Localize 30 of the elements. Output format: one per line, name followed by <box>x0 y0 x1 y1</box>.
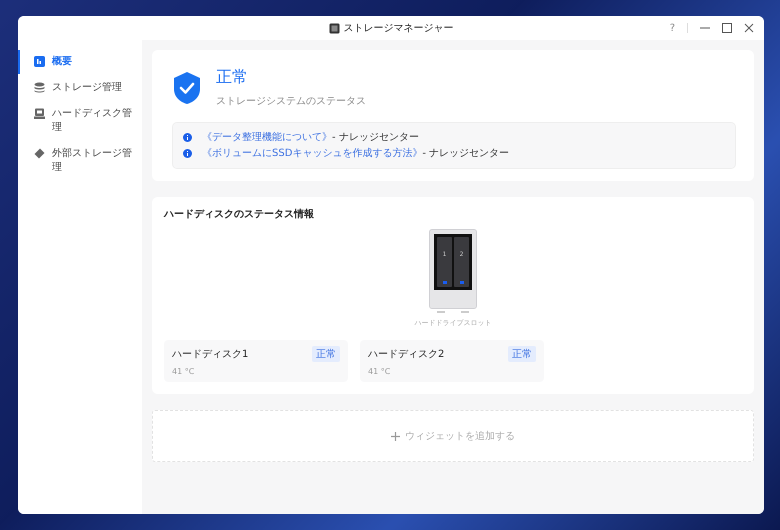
link-source-text: - ナレッジセンター <box>422 147 510 160</box>
disk-name: ハードディスク1 <box>172 348 248 361</box>
info-icon <box>183 149 192 158</box>
info-icon <box>183 133 192 142</box>
hard-drive-icon <box>34 108 45 119</box>
disk-name: ハードディスク2 <box>368 348 444 361</box>
knowledge-link[interactable]: 《データ整理機能について》 <box>202 131 332 144</box>
window-title: ストレージマネージャー <box>344 22 454 35</box>
status-title: 正常 <box>216 66 249 88</box>
status-subtitle: ストレージシステムのステータス <box>216 95 366 108</box>
status-badge: 正常 <box>312 346 340 362</box>
close-icon[interactable] <box>744 23 754 33</box>
sidebar-item[interactable]: 概要 <box>18 50 142 74</box>
status-badge: 正常 <box>508 346 536 362</box>
section-title: ハードディスクのステータス情報 <box>164 208 315 221</box>
sidebar-item[interactable]: ストレージ管理 <box>18 76 142 100</box>
shield-check-icon <box>172 71 202 105</box>
disk-temperature: 41 °C <box>368 367 392 376</box>
disk-temperature: 41 °C <box>172 367 196 376</box>
sidebar-item[interactable]: ハードディスク管理 <box>18 102 142 140</box>
knowledge-link[interactable]: 《ボリュームにSSDキャッシュを作成する方法》 <box>202 147 422 160</box>
usb-drive-icon <box>34 148 45 159</box>
overview-icon <box>34 56 45 67</box>
sidebar-item[interactable]: 外部ストレージ管理 <box>18 142 142 180</box>
help-button[interactable]: ? <box>670 22 675 34</box>
link-source-text: - ナレッジセンター <box>332 131 419 144</box>
app-icon <box>328 22 340 34</box>
plus-icon <box>391 432 400 440</box>
database-icon <box>34 82 45 93</box>
maximize-icon[interactable] <box>722 23 732 33</box>
